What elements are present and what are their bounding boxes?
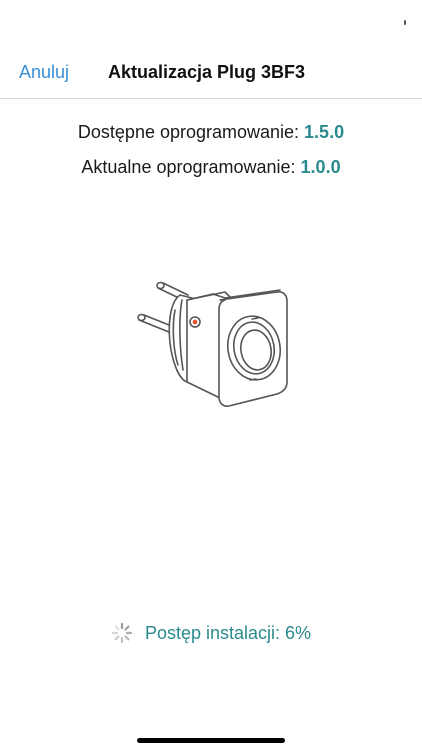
installation-progress: Postęp instalacji: 6% (0, 620, 422, 646)
cancel-button[interactable]: Anuluj (19, 62, 69, 83)
home-indicator[interactable] (137, 738, 285, 743)
current-firmware-line: Aktualne oprogramowanie: 1.0.0 (0, 157, 422, 178)
status-bar (0, 0, 422, 44)
available-firmware-version: 1.5.0 (304, 122, 345, 142)
current-firmware-label: Aktualne oprogramowanie: (81, 157, 301, 177)
status-indicator-icon (404, 20, 406, 25)
loading-spinner-icon (111, 622, 133, 644)
available-firmware-label: Dostępne oprogramowanie: (77, 122, 305, 142)
navigation-bar: Anuluj Aktualizacja Plug 3BF3 (0, 52, 422, 99)
current-firmware-version: 1.0.0 (300, 157, 341, 177)
page-title: Aktualizacja Plug 3BF3 (108, 62, 306, 82)
installation-progress-text: Postęp instalacji: 6% (144, 622, 312, 643)
smart-plug-icon (125, 270, 295, 420)
available-firmware-line: Dostępne oprogramowanie: 1.5.0 (0, 122, 422, 143)
